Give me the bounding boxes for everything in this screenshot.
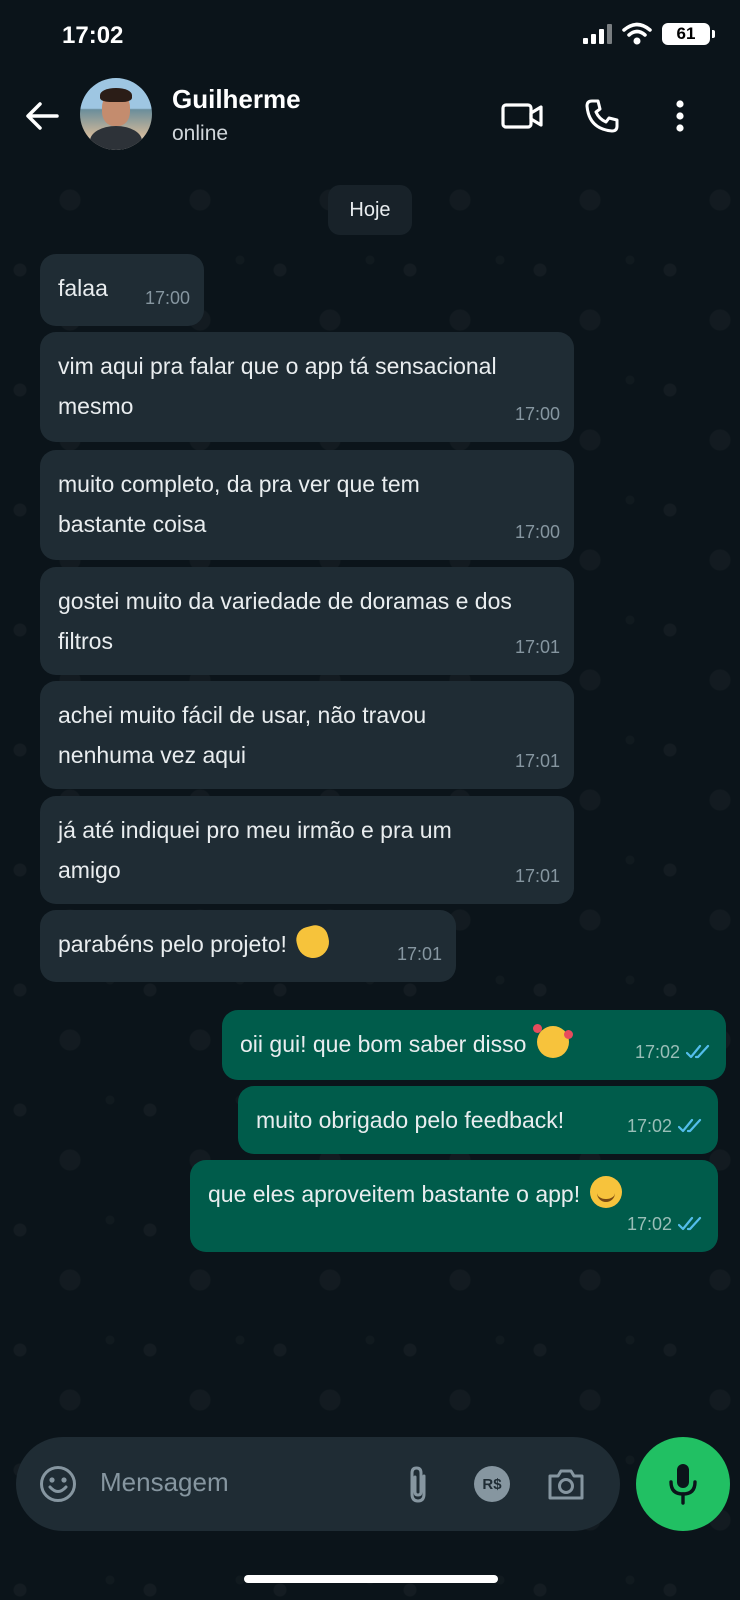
attach-icon <box>410 1466 426 1503</box>
double-check-icon <box>686 1044 710 1059</box>
message-bubble-incoming[interactable]: achei muito fácil de usar, não travou ne… <box>40 681 574 789</box>
chat-screen: 17:02 61 Guilherme online Hoje falaa 17:… <box>0 0 740 1600</box>
more-vert-icon <box>676 100 684 132</box>
home-indicator[interactable] <box>244 1575 498 1583</box>
message-time: 17:00 <box>514 522 560 542</box>
message-bubble-outgoing[interactable]: oii gui! que bom saber disso 17:02 <box>222 1010 726 1080</box>
phone-icon <box>585 99 619 133</box>
message-meta: 17:00 <box>515 512 560 552</box>
message-meta: 17:02 <box>627 1204 704 1244</box>
smiling-face-with-hearts-emoji-icon <box>532 1024 573 1058</box>
message-time: 17:00 <box>144 288 190 308</box>
battery-indicator: 61 <box>662 23 715 45</box>
message-bubble-incoming[interactable]: parabéns pelo projeto! 17:01 <box>40 910 456 982</box>
payment-label: R$ <box>482 1475 502 1493</box>
message-time: 17:01 <box>514 637 560 657</box>
message-text: que eles aproveitem bastante o app! <box>208 1181 581 1207</box>
message-composer[interactable]: Mensagem R$ <box>16 1437 620 1531</box>
clapping-hands-emoji-icon <box>293 922 333 962</box>
message-time: 17:02 <box>626 1214 672 1234</box>
message-text: parabéns pelo projeto! <box>58 931 287 957</box>
message-meta: 17:02 <box>635 1032 712 1072</box>
contact-status: online <box>172 122 229 145</box>
back-button[interactable] <box>20 94 64 138</box>
camera-icon <box>548 1469 584 1500</box>
message-bubble-incoming[interactable]: muito completo, da pra ver que tem basta… <box>40 450 574 560</box>
chat-header: Guilherme online <box>0 72 740 164</box>
message-time: 17:02 <box>634 1042 680 1062</box>
message-time: 17:02 <box>626 1116 672 1136</box>
more-options-button[interactable] <box>656 92 704 140</box>
message-time: 17:01 <box>396 944 442 964</box>
status-bar: 17:02 61 <box>0 0 740 72</box>
message-meta: 17:02 <box>627 1106 704 1146</box>
message-meta: 17:00 <box>515 394 560 434</box>
avatar[interactable] <box>80 78 152 150</box>
message-bubble-incoming[interactable]: já até indiquei pro meu irmão e pra um a… <box>40 796 574 904</box>
message-text-row: parabéns pelo projeto! <box>58 922 438 964</box>
message-input[interactable]: Mensagem <box>100 1467 229 1498</box>
mic-icon <box>669 1464 697 1505</box>
attach-button[interactable] <box>396 1462 440 1506</box>
emoji-button[interactable] <box>36 1462 80 1506</box>
double-check-icon <box>678 1216 702 1231</box>
status-icons: 61 <box>583 22 715 46</box>
message-meta: 17:00 <box>145 278 190 318</box>
emoji-icon <box>40 1466 76 1502</box>
message-time: 17:00 <box>514 404 560 424</box>
message-text: gostei muito da variedade de doramas e d… <box>58 588 512 654</box>
message-bubble-incoming[interactable]: gostei muito da variedade de doramas e d… <box>40 567 574 675</box>
status-time: 17:02 <box>62 22 124 49</box>
message-text: oii gui! que bom saber disso <box>240 1031 527 1057</box>
back-arrow-icon <box>26 102 59 130</box>
message-text-row: oii gui! que bom saber disso <box>240 1024 596 1064</box>
message-bubble-incoming[interactable]: vim aqui pra falar que o app tá sensacio… <box>40 332 574 442</box>
message-text: vim aqui pra falar que o app tá sensacio… <box>58 353 497 419</box>
message-bubble-incoming[interactable]: falaa 17:00 <box>40 254 204 326</box>
voice-call-button[interactable] <box>578 92 626 140</box>
message-text: achei muito fácil de usar, não travou ne… <box>58 702 427 768</box>
camera-button[interactable] <box>544 1462 588 1506</box>
message-meta: 17:01 <box>515 856 560 896</box>
message-meta: 17:01 <box>397 934 442 974</box>
message-bubble-outgoing[interactable]: muito obrigado pelo feedback! 17:02 <box>238 1086 718 1154</box>
smiling-face-emoji-icon <box>590 1176 623 1208</box>
battery-level: 61 <box>676 24 696 43</box>
signal-icon <box>583 24 612 44</box>
message-time: 17:01 <box>514 751 560 771</box>
message-text: muito obrigado pelo feedback! <box>256 1107 565 1133</box>
voice-message-button[interactable] <box>636 1437 730 1531</box>
date-separator: Hoje <box>328 185 412 235</box>
contact-name[interactable]: Guilherme <box>172 84 301 115</box>
payment-button[interactable]: R$ <box>470 1462 514 1506</box>
message-time: 17:01 <box>514 866 560 886</box>
message-bubble-outgoing[interactable]: que eles aproveitem bastante o app! 17:0… <box>190 1160 718 1252</box>
wifi-icon <box>622 22 652 45</box>
payment-icon: R$ <box>474 1466 510 1502</box>
video-call-button[interactable] <box>498 92 546 140</box>
message-meta: 17:01 <box>515 627 560 667</box>
message-text: muito completo, da pra ver que tem basta… <box>58 471 420 537</box>
message-text: já até indiquei pro meu irmão e pra um a… <box>58 817 452 883</box>
video-call-icon <box>501 103 543 129</box>
double-check-icon <box>678 1118 702 1133</box>
message-meta: 17:01 <box>515 741 560 781</box>
